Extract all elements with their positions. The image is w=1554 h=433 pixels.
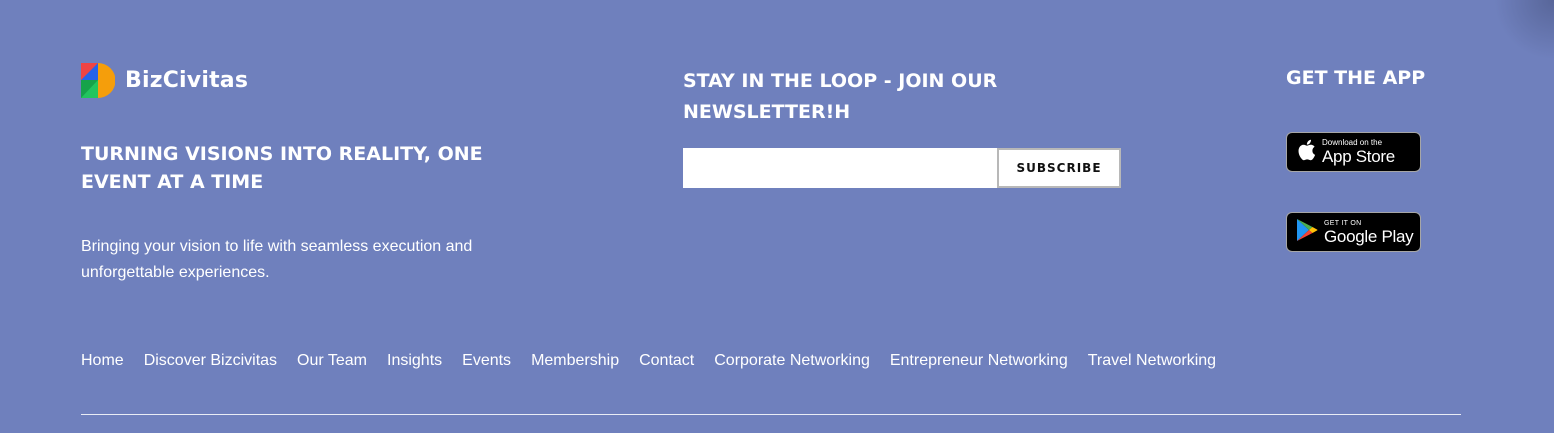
tagline: TURNING VISIONS INTO REALITY, ONE EVENT … — [81, 143, 483, 193]
nav-link-membership[interactable]: Membership — [531, 351, 619, 371]
nav-link-discover-bizcivitas[interactable]: Discover Bizcivitas — [144, 351, 277, 371]
footer-nav: Home Discover Bizcivitas Our Team Insigh… — [81, 351, 1236, 371]
nav-link-home[interactable]: Home — [81, 351, 124, 371]
nav-link-corporate-networking[interactable]: Corporate Networking — [714, 351, 870, 371]
nav-link-our-team[interactable]: Our Team — [297, 351, 367, 371]
nav-link-travel-networking[interactable]: Travel Networking — [1088, 351, 1216, 371]
google-play-badge[interactable]: GET IT ON Google Play — [1286, 212, 1421, 252]
description: Bringing your vision to life with seamle… — [81, 238, 473, 281]
apple-icon — [1296, 138, 1316, 167]
nav-link-insights[interactable]: Insights — [387, 351, 442, 371]
google-play-label: Google Play — [1324, 226, 1414, 246]
bizcivitas-logo-icon — [81, 63, 116, 98]
google-play-caption: GET IT ON — [1324, 219, 1362, 227]
brand-logo-link[interactable]: BizCivitas — [81, 63, 248, 98]
newsletter-form: SUBSCRIBE — [683, 148, 1121, 188]
app-store-badge[interactable]: Download on the App Store — [1286, 132, 1421, 172]
subscribe-button[interactable]: SUBSCRIBE — [997, 148, 1121, 188]
corner-shadow — [1494, 0, 1554, 60]
nav-link-events[interactable]: Events — [462, 351, 511, 371]
footer: BizCivitas TURNING VISIONS INTO REALITY,… — [0, 0, 1554, 433]
app-store-label: App Store — [1322, 147, 1395, 166]
nav-link-entrepreneur-networking[interactable]: Entrepreneur Networking — [890, 351, 1068, 371]
newsletter-email-input[interactable] — [683, 148, 997, 188]
app-store-caption: Download on the — [1322, 138, 1383, 147]
google-play-icon — [1296, 218, 1318, 247]
app-title: GET THE APP — [1286, 67, 1426, 89]
brand-name: BizCivitas — [125, 68, 249, 93]
nav-link-contact[interactable]: Contact — [639, 351, 694, 371]
newsletter-title: STAY IN THE LOOP - JOIN OUR NEWSLETTER!H — [683, 70, 998, 123]
footer-divider — [81, 414, 1461, 415]
